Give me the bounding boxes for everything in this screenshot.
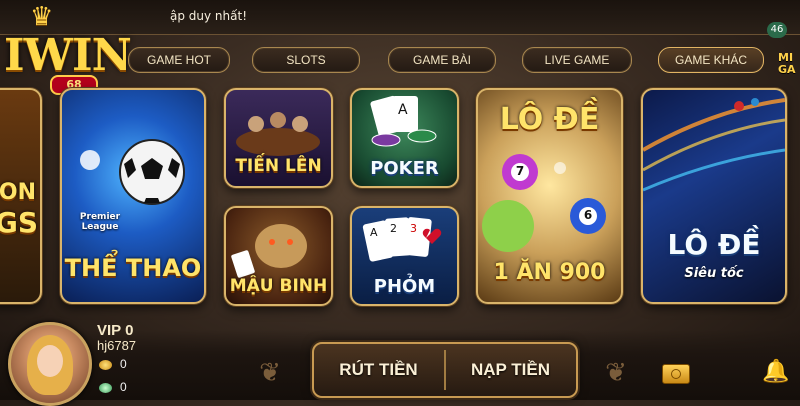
- gold-coin-icon: [99, 360, 112, 370]
- crown-icon: ♛: [30, 2, 54, 32]
- vip-level: VIP 0: [97, 322, 134, 339]
- partial-label-2: GS: [0, 206, 38, 239]
- lo-de-sieu-toc-title: LÔ ĐỀ: [667, 228, 761, 261]
- partial-label-1: ON: [0, 180, 36, 205]
- game-card-phom[interactable]: A 2 3 PHỎM: [350, 206, 459, 306]
- silver-coin-icon: [99, 383, 112, 393]
- the-thao-label: THỂ THAO: [64, 254, 202, 282]
- poker-label: POKER: [370, 158, 439, 179]
- ticket-icon[interactable]: [662, 364, 690, 384]
- game-card-the-thao[interactable]: Premier League THỂ THAO: [60, 88, 206, 304]
- game-card-lo-de-sieu-toc[interactable]: LÔ ĐỀ Siêu tốc: [641, 88, 787, 304]
- game-card-lo-de[interactable]: LÔ ĐỀ 7 6 1 ĂN 900: [476, 88, 623, 304]
- game-card-poker[interactable]: A POKER: [350, 88, 459, 188]
- svg-text:2: 2: [390, 222, 397, 235]
- event-badge[interactable]: 46 MI GA: [760, 22, 800, 76]
- tab-game-bai[interactable]: GAME BÀI: [388, 47, 496, 73]
- app-logo: ♛ IWIN 68: [0, 2, 150, 95]
- user-avatar[interactable]: [8, 322, 92, 406]
- svg-text:A: A: [370, 226, 378, 239]
- ball-number-6: 6: [583, 208, 593, 222]
- silver-balance: 0: [120, 380, 127, 394]
- svg-text:3: 3: [410, 222, 417, 235]
- event-text: MI GA: [778, 51, 796, 76]
- tab-live-game[interactable]: LIVE GAME: [522, 47, 632, 73]
- sieu-toc-subtitle: Siêu tốc: [684, 266, 744, 281]
- mau-binh-label: MẬU BINH: [229, 276, 328, 296]
- cashier-panel: RÚT TIỀN NẠP TIỀN: [312, 342, 578, 398]
- left-ornament-icon: ❦: [259, 358, 281, 388]
- event-number: 46: [767, 22, 787, 38]
- logo-wordmark: IWIN: [4, 30, 132, 81]
- league-label: Premier League: [79, 212, 121, 232]
- ball-number-7: 7: [515, 164, 525, 178]
- svg-text:A: A: [398, 102, 408, 118]
- tab-game-hot[interactable]: GAME HOT: [128, 47, 230, 73]
- lo-de-subtitle: 1 ĂN 900: [493, 260, 606, 285]
- right-ornament-icon: ❦: [605, 358, 627, 388]
- game-card-tien-len[interactable]: TIẾN LÊN: [224, 88, 333, 188]
- avatar-face: [37, 345, 63, 377]
- bell-icon[interactable]: 🔔: [762, 360, 789, 384]
- game-card-partial[interactable]: ON GS: [0, 88, 42, 304]
- tab-slots[interactable]: SLOTS: [252, 47, 360, 73]
- withdraw-button[interactable]: RÚT TIỀN: [314, 344, 443, 396]
- tab-game-khac[interactable]: GAME KHÁC: [658, 47, 764, 73]
- game-card-mau-binh[interactable]: MẬU BINH: [224, 206, 333, 306]
- ticker-text: ập duy nhất!: [170, 9, 248, 23]
- phom-label: PHỎM: [373, 276, 436, 297]
- username: hj6787: [97, 338, 137, 353]
- tien-len-label: TIẾN LÊN: [235, 156, 322, 176]
- deposit-button[interactable]: NẠP TIỀN: [446, 344, 575, 396]
- gold-balance: 0: [120, 357, 127, 371]
